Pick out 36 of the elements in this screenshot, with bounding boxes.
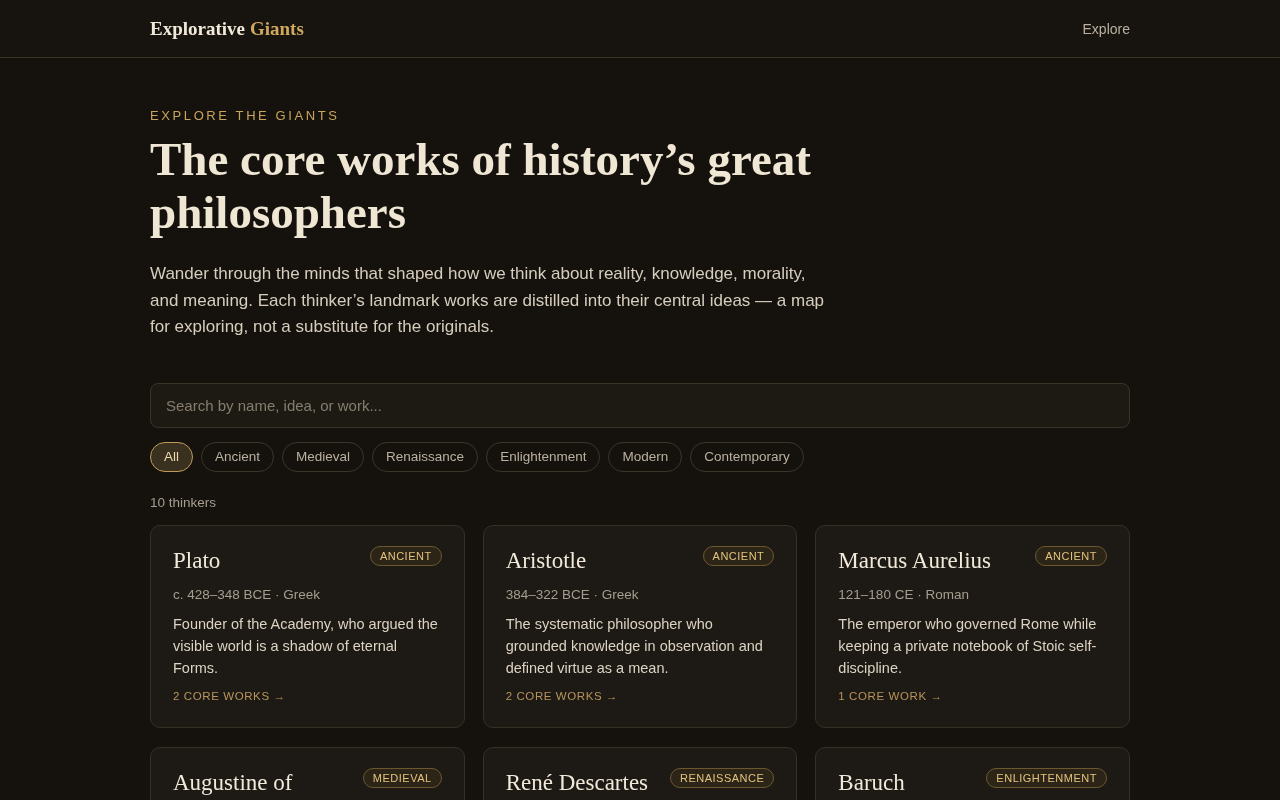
- search-field[interactable]: Search by name, idea, or work...: [150, 382, 1130, 428]
- era-tag: ENLIGHTENMENT: [986, 767, 1107, 788]
- thinker-card[interactable]: Aristotle ANCIENT 384–322 BCE · Greek The systematic philosopher who grounded knowledge in observation and defined virtue as a mean. 2 CORE WORKS →: [482, 524, 798, 728]
- thinker-name: Marcus Aurelius: [838, 547, 991, 574]
- thinker-name: Baruch: [838, 769, 905, 796]
- thinker-summary: Founder of the Academy, who argued the visible world is a shadow of eternal Forms.: [173, 614, 439, 678]
- era-tag: ANCIENT: [369, 545, 442, 566]
- era-tag: RENAISSANCE: [669, 767, 775, 788]
- thinker-dates: 121–180 CE · Roman: [838, 586, 970, 602]
- works-link[interactable]: 2 CORE WORKS →: [505, 689, 619, 702]
- brand-name-accent: Giants: [250, 17, 304, 40]
- filter-chip[interactable]: All: [150, 441, 193, 472]
- result-count: 10 thinkers: [150, 494, 218, 510]
- thinker-card[interactable]: René Descartes RENAISSANCE: [482, 746, 798, 800]
- thinker-summary: The emperor who governed Rome while keeping a private notebook of Stoic self-discipline.: [838, 614, 1098, 678]
- thinker-summary: The systematic philosopher who grounded knowledge in observation and defined virtue as a mean.: [505, 614, 764, 678]
- thinker-card[interactable]: Plato ANCIENT c. 428–348 BCE · Greek Founder of the Academy, who argued the visible world is a shadow of eternal Forms. 2 CORE WORKS →: [150, 524, 465, 728]
- thinker-dates: 384–322 BCE · Greek: [505, 586, 640, 602]
- era-tag: MEDIEVAL: [362, 767, 442, 788]
- thinker-name: Plato: [173, 547, 221, 574]
- thinker-name: René Descartes: [505, 769, 649, 796]
- thinker-name: Aristotle: [505, 547, 587, 574]
- thinker-card[interactable]: Baruch ENLIGHTENMENT: [815, 746, 1130, 800]
- works-link[interactable]: 1 CORE WORK →: [838, 689, 943, 702]
- era-tag: ANCIENT: [1035, 545, 1107, 566]
- thinker-name: Augustine of: [173, 769, 293, 796]
- thinker-card[interactable]: Augustine of MEDIEVAL: [150, 746, 465, 800]
- page-title: The core works of history’s great philosophers: [150, 133, 812, 239]
- intro-paragraph: Wander through the minds that shaped how we think about reality, knowledge, morality, and meaning. Each thinker’s landmark works are distilled into their central ideas — a map for exploring, not a substitute for the originals.: [150, 263, 826, 338]
- era-tag: ANCIENT: [702, 545, 775, 566]
- thinker-card[interactable]: Marcus Aurelius ANCIENT 121–180 CE · Roman The emperor who governed Rome while keeping a private notebook of Stoic self-discipline. 1 CORE WORK →: [815, 524, 1130, 728]
- nav-link[interactable]: Explore: [1082, 20, 1130, 37]
- eyebrow-label: EXPLORE THE GIANTS: [150, 108, 341, 123]
- thinker-dates: c. 428–348 BCE · Greek: [173, 586, 322, 602]
- brand-name: Explorative: [150, 17, 245, 40]
- works-link[interactable]: 2 CORE WORKS →: [173, 689, 286, 702]
